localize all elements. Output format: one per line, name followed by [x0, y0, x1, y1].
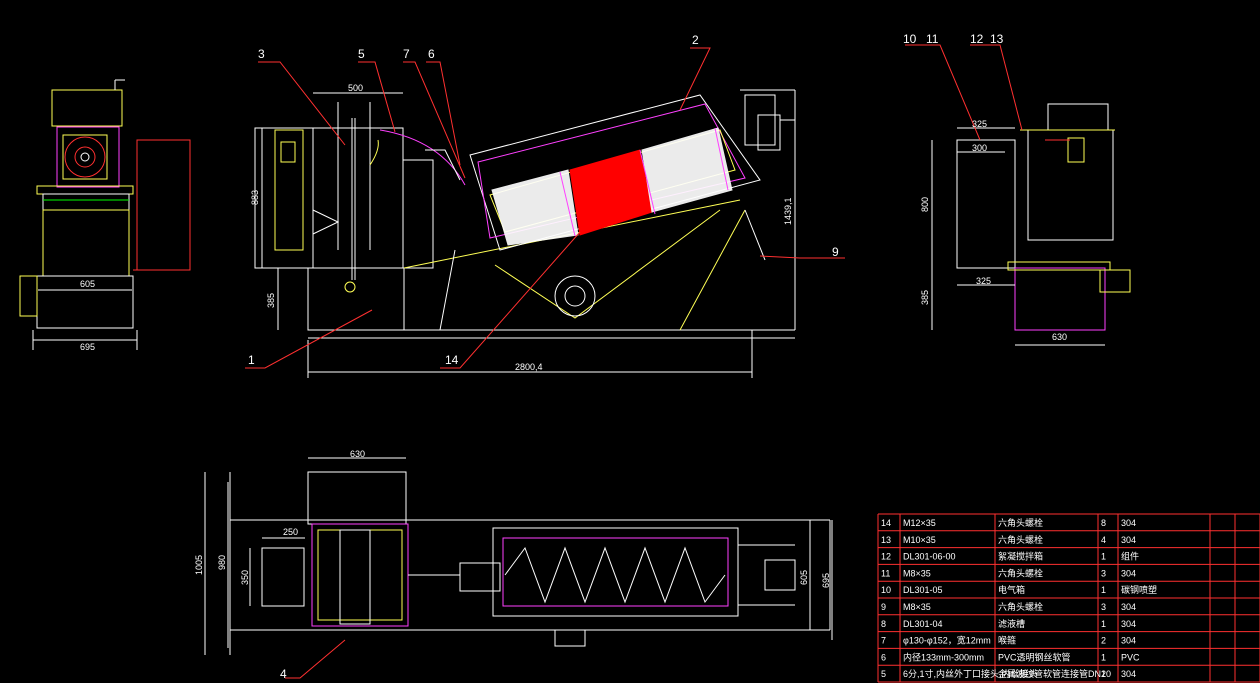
part-label-12: 12	[970, 32, 984, 46]
part-label-6: 6	[428, 47, 435, 61]
bom-cell-qty: 1	[1101, 669, 1106, 679]
bom-row: 5 6分,1寸,内丝外丁口接头,内丝接头金属波纹管软管连接管DN201 304	[881, 668, 1136, 679]
dim-front-883: 883	[250, 190, 260, 205]
bom-cell-no: 10	[881, 585, 891, 595]
bom-cell-name: 六角头螺栓	[998, 567, 1043, 578]
part-label-10: 10	[903, 32, 917, 46]
bom-cell-name: PVC透明钢丝软管	[998, 651, 1071, 662]
bom-cell-code: φ130-φ152，宽12mm	[903, 635, 991, 646]
bom-cell-mat: 304	[1121, 669, 1136, 679]
bom-cell-name: 滤液槽	[998, 618, 1025, 629]
bom-row: 10 DL301-05 电气箱 1 碳钢喷塑	[881, 584, 1157, 595]
bom-cell-mat: PVC	[1121, 652, 1140, 662]
part-label-4: 4	[280, 667, 287, 681]
dim-top-350: 350	[240, 570, 250, 585]
bom-cell-no: 9	[881, 602, 886, 612]
part-label-5: 5	[358, 47, 365, 61]
bom-cell-mat: 碳钢喷塑	[1121, 584, 1157, 595]
bom-cell-mat: 304	[1121, 535, 1136, 545]
dim-left-605: 605	[80, 279, 95, 289]
dim-side-300: 300	[972, 143, 987, 153]
dim-left-695: 695	[80, 342, 95, 352]
bom-cell-code: M12×35	[903, 518, 936, 528]
dim-front-1439: 1439,1	[783, 197, 793, 225]
dim-front-385: 385	[266, 293, 276, 308]
bom-cell-no: 7	[881, 636, 886, 646]
dim-side-385: 385	[920, 290, 930, 305]
bom-cell-mat: 304	[1121, 518, 1136, 528]
bom-cell-qty: 8	[1101, 518, 1106, 528]
bom-cell-no: 11	[881, 568, 890, 578]
dim-top-1005: 1005	[194, 555, 204, 575]
dim-front-2800: 2800,4	[515, 362, 543, 372]
bom-cell-qty: 1	[1101, 552, 1106, 562]
bom-cell-code: M8×35	[903, 568, 931, 578]
bom-cell-name: 六角头螺栓	[998, 517, 1043, 528]
bom-cell-no: 6	[881, 652, 886, 662]
part-label-3: 3	[258, 47, 265, 61]
dim-side-630: 630	[1052, 332, 1067, 342]
bom-cell-name: 六角头螺栓	[998, 534, 1043, 545]
bom-cell-qty: 1	[1101, 652, 1106, 662]
dim-top-980: 980	[217, 555, 227, 570]
part-label-9: 9	[832, 245, 839, 259]
bom-cell-qty: 1	[1101, 619, 1106, 629]
bom-cell-name: 金属波纹管软管连接管DN20	[998, 668, 1111, 679]
bom-cell-qty: 3	[1101, 602, 1106, 612]
bom-row: 12 DL301-06-00 絮凝搅拌箱 1 组件	[881, 551, 1139, 562]
dim-side-800: 800	[920, 197, 930, 212]
left-side-view	[19, 79, 191, 350]
bom-row: 6 内径133mm-300mm PVC透明钢丝软管 1 PVC	[881, 651, 1140, 662]
part-label-13: 13	[990, 32, 1004, 46]
cad-drawing: 605 695 500 883 385 2800,4 1439,1 3 5 7 …	[19, 32, 1260, 683]
bom-cell-code: M8×35	[903, 602, 931, 612]
dim-front-500: 500	[348, 83, 363, 93]
bom-table: 14 M12×35 六角头螺栓 8 30413 M10×35 六角头螺栓 4 30412 DL30…	[877, 513, 1260, 683]
bom-cell-code: DL301-05	[903, 585, 943, 595]
bom-cell-code: 内径133mm-300mm	[903, 651, 984, 662]
bom-cell-name: 絮凝搅拌箱	[998, 551, 1043, 562]
part-label-11: 11	[926, 32, 939, 46]
dim-side-325-top: 325	[972, 119, 987, 129]
bom-cell-no: 8	[881, 619, 886, 629]
bom-cell-mat: 304	[1121, 568, 1136, 578]
dim-top-695: 695	[821, 573, 831, 588]
bom-cell-code: DL301-06-00	[903, 552, 956, 562]
bom-cell-mat: 304	[1121, 602, 1136, 612]
part-label-2: 2	[692, 33, 699, 47]
part-label-14: 14	[445, 353, 459, 367]
dim-top-250: 250	[283, 527, 298, 537]
bom-cell-no: 12	[881, 552, 891, 562]
bom-cell-code: DL301-04	[903, 619, 943, 629]
right-side-view	[905, 44, 1131, 346]
bom-cell-qty: 2	[1101, 636, 1106, 646]
bom-cell-name: 喉箍	[998, 635, 1016, 646]
front-view	[245, 47, 845, 378]
part-label-1: 1	[248, 353, 255, 367]
bom-cell-qty: 3	[1101, 568, 1106, 578]
bom-cell-no: 13	[881, 535, 891, 545]
bom-cell-mat: 组件	[1121, 551, 1139, 562]
bom-cell-mat: 304	[1121, 619, 1136, 629]
bom-cell-no: 14	[881, 518, 891, 528]
top-view	[204, 457, 833, 679]
bom-cell-name: 六角头螺栓	[998, 601, 1043, 612]
dim-top-605: 605	[799, 570, 809, 585]
dim-side-325-bottom: 325	[976, 276, 991, 286]
bom-cell-code: M10×35	[903, 535, 936, 545]
dim-top-630: 630	[350, 449, 365, 459]
bom-cell-no: 5	[881, 669, 886, 679]
bom-cell-mat: 304	[1121, 636, 1136, 646]
bom-cell-qty: 4	[1101, 535, 1106, 545]
bom-cell-qty: 1	[1101, 585, 1106, 595]
bom-cell-name: 电气箱	[998, 584, 1025, 595]
part-label-7: 7	[403, 47, 410, 61]
